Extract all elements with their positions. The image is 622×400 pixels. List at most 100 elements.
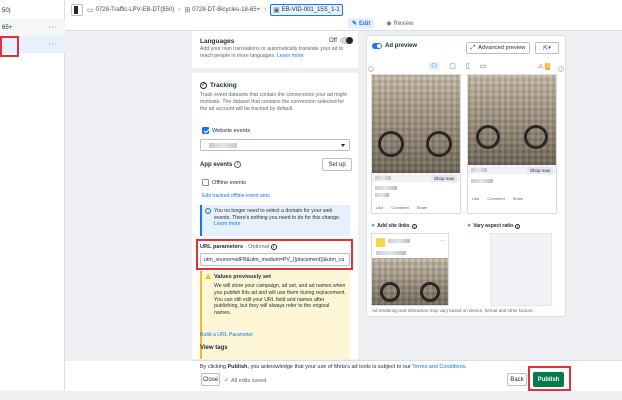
redacted-text <box>471 179 493 183</box>
feed-placement-icon[interactable]: ⚇ <box>429 62 440 70</box>
build-url-parameter-link[interactable]: Build a URL Parameter <box>200 332 253 339</box>
shop-now-button: Shop now <box>430 175 457 182</box>
url-parameters-highlight <box>196 239 353 270</box>
languages-title: Languages <box>200 38 235 45</box>
domain-info-text: You no longer need to select a domain fo… <box>214 208 341 221</box>
shop-now-button: Shop now <box>526 167 553 174</box>
warn-title: Values previously set <box>214 274 271 280</box>
portrait-placement-icon[interactable]: ▯ <box>466 62 470 70</box>
dataset-select[interactable] <box>200 139 350 151</box>
review-mode-label: Review <box>393 20 414 27</box>
redacted-text <box>471 168 487 172</box>
languages-description: Add your own translations or automatical… <box>200 46 352 60</box>
placement-filter-icons: ⚇ ▢ ▯ ▭ <box>429 62 486 70</box>
preview-cta-bar: Shop now <box>468 165 556 174</box>
preview-card-feed[interactable]: Shop now Like Comment Share <box>371 74 461 214</box>
share-label: Share <box>512 196 524 201</box>
tree-row-adset[interactable]: 65+ ··· <box>0 19 65 36</box>
more-options-icon: ··· <box>440 238 445 244</box>
redacted-text <box>375 186 397 190</box>
app-events-header: App events i <box>200 161 242 168</box>
caret-down-icon <box>341 144 345 147</box>
preview-card-aspect-ratio[interactable] <box>490 233 552 306</box>
prev-arrow-icon[interactable]: ‹ <box>368 66 374 72</box>
footer-bar: By clicking Publish, you acknowledge tha… <box>65 360 622 392</box>
app-events-label: App events <box>200 161 233 168</box>
breadcrumb-campaign[interactable]: ▭ 0728-Traffic-LPV-EB-DT($50) <box>87 6 174 14</box>
info-icon[interactable]: i <box>411 223 417 229</box>
warning-count: 1 <box>545 63 551 70</box>
check-icon: ✓ <box>224 378 230 384</box>
share-preview-button[interactable]: ⇱ ▾ <box>535 42 559 54</box>
redacted-text <box>375 176 391 180</box>
bike-wheel-shape <box>476 125 500 149</box>
mode-switch: ✎ Edit ◉ Review <box>348 18 417 29</box>
folder-icon: ▭ <box>87 7 94 14</box>
comment-label: Comment <box>487 196 505 201</box>
preview-disclaimer: Ad rendering and interaction may vary ba… <box>372 308 534 313</box>
view-tags-label[interactable]: View tags <box>200 345 228 351</box>
campaign-tree-panel: 50) 65+ ··· ··· <box>0 0 65 390</box>
setup-button[interactable]: Set up <box>322 158 352 171</box>
preview-warnings[interactable]: ⚠ 1 <box>538 63 551 70</box>
chevron-right-icon: › <box>178 7 181 13</box>
tree-row-campaign[interactable]: 50) <box>0 2 65 19</box>
next-arrow-icon[interactable]: › <box>558 66 564 72</box>
breadcrumb-ad[interactable]: ▣ EB-VID-001_15S_1-1 <box>270 4 343 16</box>
like-label: Like <box>376 205 384 210</box>
warning-icon: ⚠ <box>538 64 544 70</box>
ad-preview-panel: Ad preview ⤢ Advanced preview ⇱ ▾ ⚇ ▢ ▯ … <box>366 35 566 317</box>
domain-learn-more-link[interactable]: Learn more <box>214 221 346 228</box>
website-events-checkbox[interactable] <box>202 127 209 134</box>
ad-creative-image <box>372 75 460 173</box>
edit-offline-events-link[interactable]: Edit tracked offline event sets <box>202 193 270 200</box>
breadcrumb-label: 0728-Traffic-LPV-EB-DT($50) <box>95 7 175 13</box>
offline-events-checkbox[interactable] <box>202 179 209 186</box>
preview-card-site-links[interactable]: ··· <box>371 233 449 306</box>
breadcrumb-label: EB-VID-001_15S_1-1 <box>281 7 340 13</box>
offline-events-row[interactable]: Offline events <box>202 179 246 186</box>
advanced-preview-label: Advanced preview <box>478 45 526 51</box>
landscape-placement-icon[interactable]: ▭ <box>480 62 487 70</box>
aspect-ratio-text: Vary aspect ratio <box>473 223 514 229</box>
warning-icon <box>205 274 211 279</box>
advanced-preview-button[interactable]: ⤢ Advanced preview <box>466 42 530 54</box>
ad-creative-image <box>468 75 556 165</box>
more-options-icon[interactable]: ··· <box>49 24 58 31</box>
review-mode-button[interactable]: ◉ Review <box>382 18 417 29</box>
redacted-text <box>376 251 406 255</box>
info-icon: i <box>205 208 211 214</box>
preview-toggle[interactable] <box>372 43 382 49</box>
like-label: Like <box>472 196 480 201</box>
save-status: ✓ All edits saved <box>224 377 267 385</box>
sidebar-toggle-icon[interactable] <box>71 4 83 16</box>
edit-mode-button[interactable]: ✎ Edit <box>348 18 375 29</box>
info-icon[interactable]: i <box>515 223 521 229</box>
square-placement-icon[interactable]: ▢ <box>449 62 456 70</box>
preview-card-feed[interactable]: Shop now Like Comment Share <box>467 74 557 214</box>
terms-end: . <box>465 364 467 370</box>
info-icon[interactable]: i <box>234 161 242 168</box>
ad-preview-header: Ad preview <box>372 43 417 49</box>
tree-row-label: 65+ <box>2 24 13 31</box>
site-links-label: ✦ Add site links i <box>371 223 417 229</box>
languages-toggle[interactable]: Off <box>329 37 353 44</box>
languages-toggle-label: Off <box>329 37 337 44</box>
edit-mode-label: Edit <box>359 20 371 27</box>
languages-desc-text: Add your own translations or automatical… <box>200 46 344 59</box>
redacted-text <box>375 193 389 197</box>
close-button[interactable]: Close <box>201 373 220 386</box>
breadcrumb-label: 0728-DT-Bicycles-18-65+ <box>192 7 261 13</box>
website-events-row[interactable]: Website events <box>202 127 250 134</box>
terms-link[interactable]: Terms and Conditions <box>412 364 465 370</box>
terms-publish: Publish <box>227 364 248 370</box>
breadcrumb: ▭ 0728-Traffic-LPV-EB-DT($50) › ⊞ 0728-D… <box>87 4 343 16</box>
tracking-title: Tracking <box>210 82 237 89</box>
languages-learn-more-link[interactable]: Learn more <box>277 53 304 59</box>
ad-creative-image <box>372 258 448 305</box>
terms-mid: , you acknowledge that your use of Meta'… <box>247 364 413 370</box>
more-options-icon[interactable]: ··· <box>49 41 58 48</box>
back-button[interactable]: Back <box>507 373 527 386</box>
breadcrumb-adset[interactable]: ⊞ 0728-DT-Bicycles-18-65+ <box>184 6 260 14</box>
aspect-ratio-label: ✦ Vary aspect ratio i <box>467 223 521 229</box>
